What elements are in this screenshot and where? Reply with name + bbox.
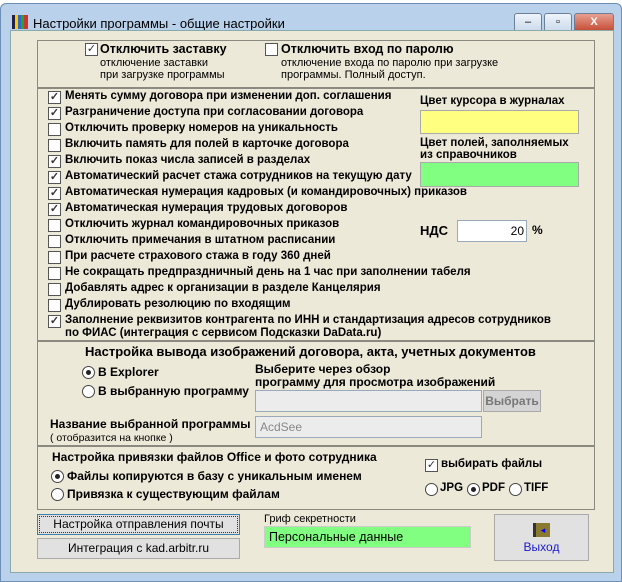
choose-files-label: выбирать файлы xyxy=(441,458,543,470)
option-label: Не сокращать предпраздничный день на 1 ч… xyxy=(65,266,471,278)
fields-color-label: из справочников xyxy=(420,149,517,161)
option-label: Разграничение доступа при согласовании д… xyxy=(65,106,364,118)
option-label: Автоматическая нумерация трудовых догово… xyxy=(65,202,348,214)
disable-splash-desc: отключение заставки xyxy=(100,57,209,69)
option-label: Отключить примечания в штатном расписани… xyxy=(65,234,336,246)
option-label: по ФИАС (интеграция с сервисом Подсказки… xyxy=(65,327,382,339)
option-checkbox[interactable] xyxy=(48,219,61,232)
option-label: Менять сумму договора при изменении доп.… xyxy=(65,90,392,102)
disable-splash-label: Отключить заставку xyxy=(100,42,227,56)
copy-files-radio[interactable] xyxy=(51,470,64,483)
secrecy-label: Гриф секретности xyxy=(264,513,356,525)
disable-splash-checkbox[interactable]: ✓ xyxy=(85,43,98,56)
option-checkbox[interactable] xyxy=(48,235,61,248)
link-files-label: Привязка к существующим файлам xyxy=(67,487,280,501)
option-label: Включить память для полей в карточке дог… xyxy=(65,138,349,150)
option-label: При расчете страхового стажа в году 360 … xyxy=(65,250,331,262)
exit-button[interactable]: ◂ Выход xyxy=(494,514,589,561)
fields-color-swatch[interactable] xyxy=(420,162,579,187)
program-name-label: Название выбранной программы xyxy=(50,417,251,431)
browse-hint: Выберите через обзор xyxy=(255,362,391,376)
pdf-label: PDF xyxy=(482,482,505,494)
option-label: Включить показ числа записей в разделах xyxy=(65,154,311,166)
vat-label: НДС xyxy=(420,223,449,238)
option-checkbox[interactable]: ✓ xyxy=(48,187,61,200)
option-checkbox[interactable] xyxy=(48,139,61,152)
kad-integration-button[interactable]: Интеграция с kad.arbitr.ru xyxy=(37,538,240,559)
program-path-input[interactable] xyxy=(255,390,482,412)
link-files-radio[interactable] xyxy=(51,488,64,501)
explorer-label: В Explorer xyxy=(98,365,159,379)
option-label: Автоматическая нумерация кадровых (и ком… xyxy=(65,186,468,198)
option-label: Дублировать резолюцию по входящим xyxy=(65,298,291,310)
pdf-radio[interactable] xyxy=(467,483,480,496)
app-icon xyxy=(12,15,28,29)
tiff-radio[interactable] xyxy=(509,483,522,496)
program-radio[interactable] xyxy=(82,385,95,398)
option-label: Отключить журнал командировочных приказо… xyxy=(65,218,340,230)
option-label: Заполнение реквизитов контрагента по ИНН… xyxy=(65,314,551,326)
disable-password-label: Отключить вход по паролю xyxy=(281,42,454,56)
option-checkbox[interactable]: ✓ xyxy=(48,203,61,216)
option-checkbox[interactable]: ✓ xyxy=(48,155,61,168)
program-name-input[interactable]: AcdSee xyxy=(255,416,482,438)
mail-settings-button[interactable]: Настройка отправления почты xyxy=(37,514,240,535)
fields-color-label: Цвет полей, заполняемых xyxy=(420,137,569,149)
option-checkbox[interactable] xyxy=(48,267,61,280)
program-label: В выбранную программу xyxy=(98,384,249,398)
explorer-radio[interactable] xyxy=(82,366,95,379)
option-label: Автоматический расчет стажа сотрудников … xyxy=(65,170,412,182)
option-checkbox[interactable]: ✓ xyxy=(48,107,61,120)
option-checkbox[interactable]: ✓ xyxy=(48,171,61,184)
disable-splash-desc: при загрузке программы xyxy=(100,69,225,81)
jpg-label: JPG xyxy=(440,482,464,494)
tiff-label: TIFF xyxy=(524,482,549,494)
disable-password-checkbox[interactable] xyxy=(265,43,278,56)
exit-door-icon: ◂ xyxy=(533,523,550,537)
option-checkbox[interactable]: ✓ xyxy=(48,91,61,104)
copy-files-label: Файлы копируются в базу с уникальным име… xyxy=(67,469,362,483)
browse-hint: программу для просмотра изображений xyxy=(255,375,496,389)
vat-unit: % xyxy=(532,223,543,237)
window-title: Настройки программы - общие настройки xyxy=(33,16,285,31)
jpg-radio[interactable] xyxy=(425,483,438,496)
disable-password-desc: отключение входа по паролю при загрузке xyxy=(281,57,499,69)
option-checkbox[interactable] xyxy=(48,123,61,136)
option-checkbox[interactable] xyxy=(48,299,61,312)
choose-files-checkbox[interactable]: ✓ xyxy=(425,459,438,472)
images-heading: Настройка вывода изображений договора, а… xyxy=(85,344,536,359)
option-label: Добавлять адрес к организации в разделе … xyxy=(65,282,381,294)
program-name-hint: ( отобразится на кнопке ) xyxy=(50,432,173,444)
option-checkbox[interactable] xyxy=(48,251,61,264)
browse-button[interactable]: Выбрать xyxy=(483,390,541,412)
disable-password-desc: программы. Полный доступ. xyxy=(281,69,426,81)
files-heading: Настройка привязки файлов Office и фото … xyxy=(52,450,377,464)
cursor-color-swatch[interactable] xyxy=(420,110,579,134)
exit-label: Выход xyxy=(523,540,560,554)
secrecy-field[interactable]: Персональные данные xyxy=(264,526,471,548)
option-checkbox[interactable] xyxy=(48,283,61,296)
option-checkbox[interactable]: ✓ xyxy=(48,315,61,328)
vat-input[interactable]: 20 xyxy=(457,220,527,242)
cursor-color-label: Цвет курсора в журналах xyxy=(420,95,565,107)
option-label: Отключить проверку номеров на уникальнос… xyxy=(65,122,338,134)
